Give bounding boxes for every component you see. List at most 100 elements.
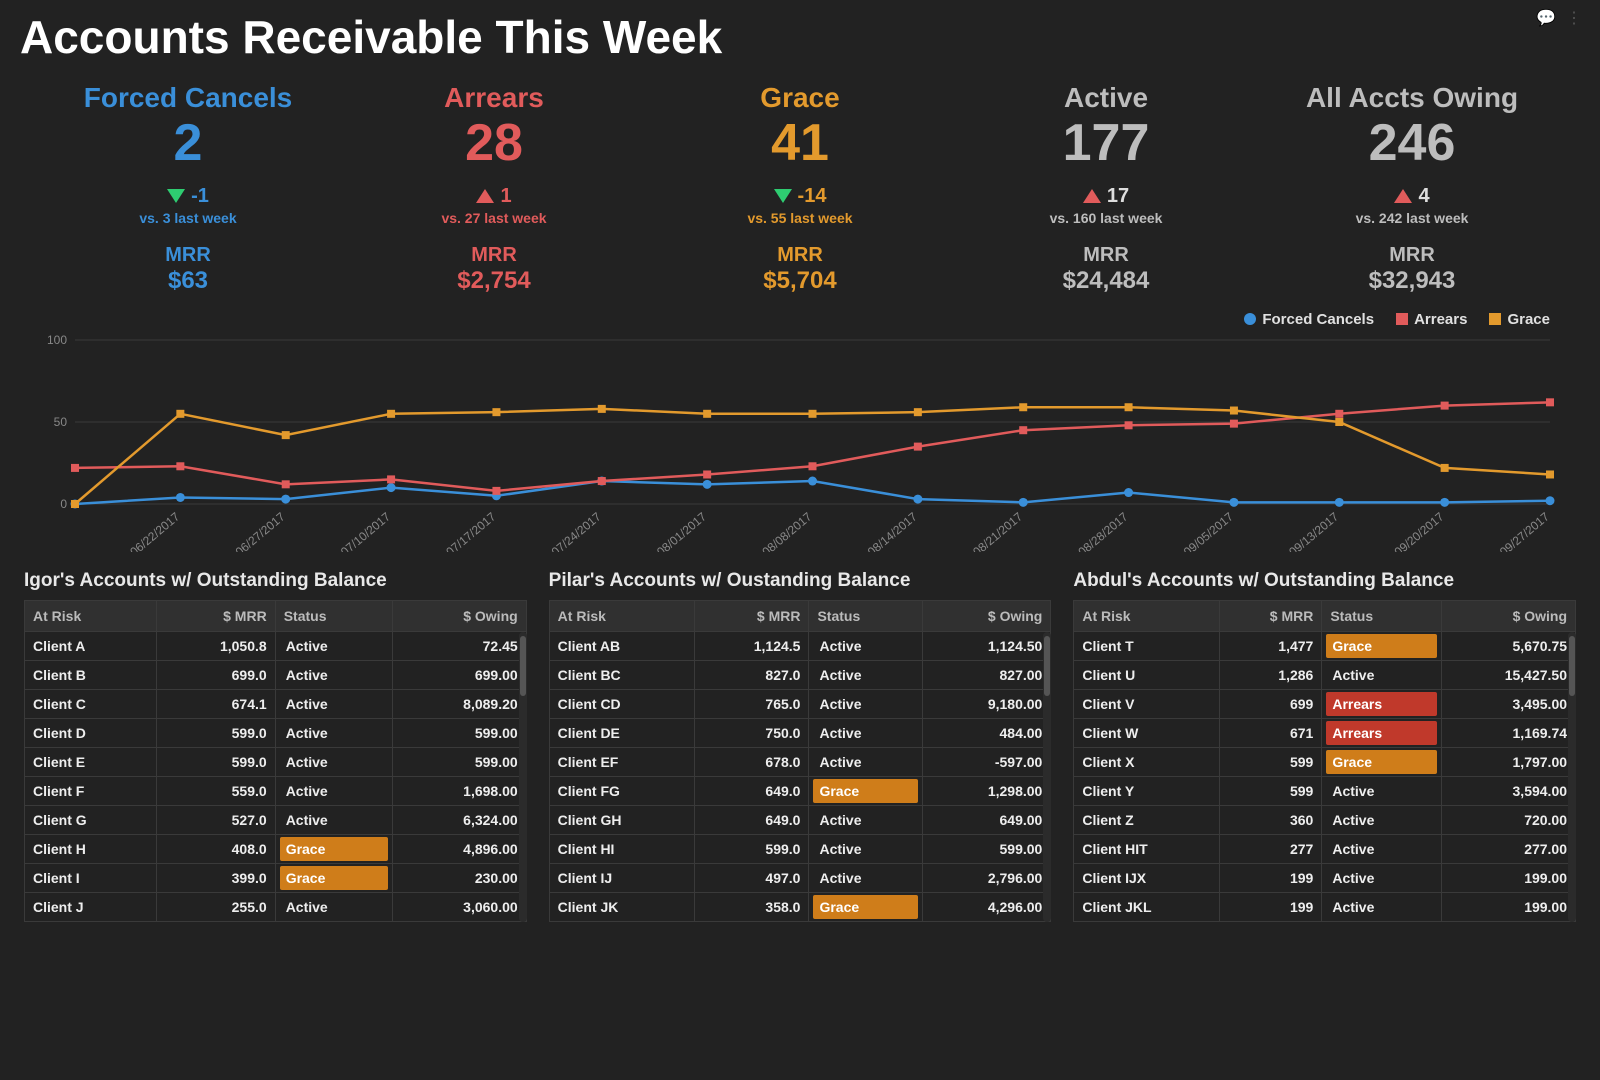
column-header[interactable]: Status: [809, 600, 922, 631]
cell-status: Active: [1322, 805, 1442, 834]
table-row[interactable]: Client AB1,124.5Active1,124.50: [549, 631, 1051, 660]
cell-status: Active: [275, 718, 393, 747]
table-row[interactable]: Client V699Arrears3,495.00: [1074, 689, 1576, 718]
kpi-arrears[interactable]: Arrears281vs. 27 last weekMRR$2,754: [346, 82, 642, 295]
table-row[interactable]: Client W671Arrears1,169.74: [1074, 718, 1576, 747]
cell-owing: 5,670.75: [1442, 631, 1576, 660]
table-row[interactable]: Client G527.0Active6,324.00: [25, 805, 527, 834]
cell-mrr: 408.0: [156, 834, 275, 863]
column-header[interactable]: $ MRR: [1220, 600, 1322, 631]
table-row[interactable]: Client Y599Active3,594.00: [1074, 776, 1576, 805]
cell-status: Arrears: [1322, 718, 1442, 747]
table-row[interactable]: Client JKL199Active199.00: [1074, 892, 1576, 921]
cell-owing: 199.00: [1442, 892, 1576, 921]
scrollbar[interactable]: [1043, 632, 1051, 922]
column-header[interactable]: $ MRR: [694, 600, 809, 631]
table-title: Abdul's Accounts w/ Outstanding Balance: [1073, 570, 1576, 592]
scrollbar[interactable]: [1568, 632, 1576, 922]
column-header[interactable]: At Risk: [549, 600, 694, 631]
cell-client: Client IJX: [1074, 863, 1220, 892]
table-row[interactable]: Client F559.0Active1,698.00: [25, 776, 527, 805]
cell-mrr: 827.0: [694, 660, 809, 689]
table-row[interactable]: Client E599.0Active599.00: [25, 747, 527, 776]
legend-item[interactable]: Grace: [1489, 311, 1550, 328]
table-row[interactable]: Client JK358.0Grace4,296.00: [549, 892, 1051, 921]
table-row[interactable]: Client IJ497.0Active2,796.00: [549, 863, 1051, 892]
table-row[interactable]: Client BC827.0Active827.00: [549, 660, 1051, 689]
cell-client: Client GH: [549, 805, 694, 834]
column-header[interactable]: $ Owing: [393, 600, 526, 631]
kpi-mrr-label: MRR: [346, 244, 642, 267]
cell-client: Client G: [25, 805, 157, 834]
table-row[interactable]: Client T1,477Grace5,670.75: [1074, 631, 1576, 660]
svg-text:08/21/2017: 08/21/2017: [970, 509, 1025, 552]
status-badge: Active: [813, 663, 917, 687]
cell-owing: 599.00: [393, 747, 526, 776]
svg-text:08/08/2017: 08/08/2017: [759, 509, 814, 552]
cell-owing: 599.00: [922, 834, 1051, 863]
kpi-mrr-label: MRR: [652, 244, 948, 267]
table-row[interactable]: Client H408.0Grace4,896.00: [25, 834, 527, 863]
column-header[interactable]: At Risk: [25, 600, 157, 631]
table-row[interactable]: Client Z360Active720.00: [1074, 805, 1576, 834]
table-row[interactable]: Client HIT277Active277.00: [1074, 834, 1576, 863]
kpi-forced_cancels[interactable]: Forced Cancels2-1vs. 3 last weekMRR$63: [40, 82, 336, 295]
legend-item[interactable]: Forced Cancels: [1244, 311, 1374, 328]
cell-status: Grace: [275, 863, 393, 892]
cell-owing: 3,060.00: [393, 892, 526, 921]
cell-mrr: 599.0: [694, 834, 809, 863]
column-header[interactable]: $ MRR: [156, 600, 275, 631]
comment-icon[interactable]: 💬: [1536, 8, 1556, 28]
scrollbar[interactable]: [519, 632, 527, 922]
cell-owing: 827.00: [922, 660, 1051, 689]
status-badge: Active: [1326, 663, 1437, 687]
legend-label: Arrears: [1414, 311, 1467, 328]
table-row[interactable]: Client B699.0Active699.00: [25, 660, 527, 689]
cell-mrr: 671: [1220, 718, 1322, 747]
kpi-grace[interactable]: Grace41-14vs. 55 last weekMRR$5,704: [652, 82, 948, 295]
table-row[interactable]: Client GH649.0Active649.00: [549, 805, 1051, 834]
table-row[interactable]: Client I399.0Grace230.00: [25, 863, 527, 892]
table-row[interactable]: Client U1,286Active15,427.50: [1074, 660, 1576, 689]
triangle-up-icon: [476, 189, 494, 203]
kpi-vs: vs. 3 last week: [40, 210, 336, 226]
column-header[interactable]: $ Owing: [1442, 600, 1576, 631]
status-badge: Grace: [1326, 634, 1437, 658]
more-icon[interactable]: ⋮: [1566, 8, 1582, 28]
kpi-active[interactable]: Active17717vs. 160 last weekMRR$24,484: [958, 82, 1254, 295]
column-header[interactable]: Status: [1322, 600, 1442, 631]
table-row[interactable]: Client FG649.0Grace1,298.00: [549, 776, 1051, 805]
cell-owing: 3,594.00: [1442, 776, 1576, 805]
kpi-mrr-value: $63: [40, 267, 336, 295]
cell-owing: 1,698.00: [393, 776, 526, 805]
table-row[interactable]: Client X599Grace1,797.00: [1074, 747, 1576, 776]
table-row[interactable]: Client HI599.0Active599.00: [549, 834, 1051, 863]
cell-mrr: 1,286: [1220, 660, 1322, 689]
svg-text:09/20/2017: 09/20/2017: [1392, 509, 1447, 552]
cell-client: Client BC: [549, 660, 694, 689]
kpi-all_owing[interactable]: All Accts Owing2464vs. 242 last weekMRR$…: [1264, 82, 1560, 295]
cell-owing: 72.45: [393, 631, 526, 660]
cell-status: Active: [1322, 776, 1442, 805]
cell-mrr: 599: [1220, 776, 1322, 805]
table-row[interactable]: Client EF678.0Active-597.00: [549, 747, 1051, 776]
cell-owing: 1,169.74: [1442, 718, 1576, 747]
cell-status: Active: [809, 834, 922, 863]
column-header[interactable]: $ Owing: [922, 600, 1051, 631]
table-row[interactable]: Client DE750.0Active484.00: [549, 718, 1051, 747]
column-header[interactable]: At Risk: [1074, 600, 1220, 631]
cell-status: Grace: [809, 776, 922, 805]
table-row[interactable]: Client D599.0Active599.00: [25, 718, 527, 747]
cell-mrr: 699: [1220, 689, 1322, 718]
kpi-mrr-label: MRR: [1264, 244, 1560, 267]
cell-client: Client J: [25, 892, 157, 921]
table-row[interactable]: Client CD765.0Active9,180.00: [549, 689, 1051, 718]
table-row[interactable]: Client A1,050.8Active72.45: [25, 631, 527, 660]
table-row[interactable]: Client C674.1Active8,089.20: [25, 689, 527, 718]
legend-item[interactable]: Arrears: [1396, 311, 1467, 328]
kpi-mrr-label: MRR: [40, 244, 336, 267]
table-row[interactable]: Client IJX199Active199.00: [1074, 863, 1576, 892]
column-header[interactable]: Status: [275, 600, 393, 631]
cell-status: Active: [1322, 834, 1442, 863]
table-row[interactable]: Client J255.0Active3,060.00: [25, 892, 527, 921]
